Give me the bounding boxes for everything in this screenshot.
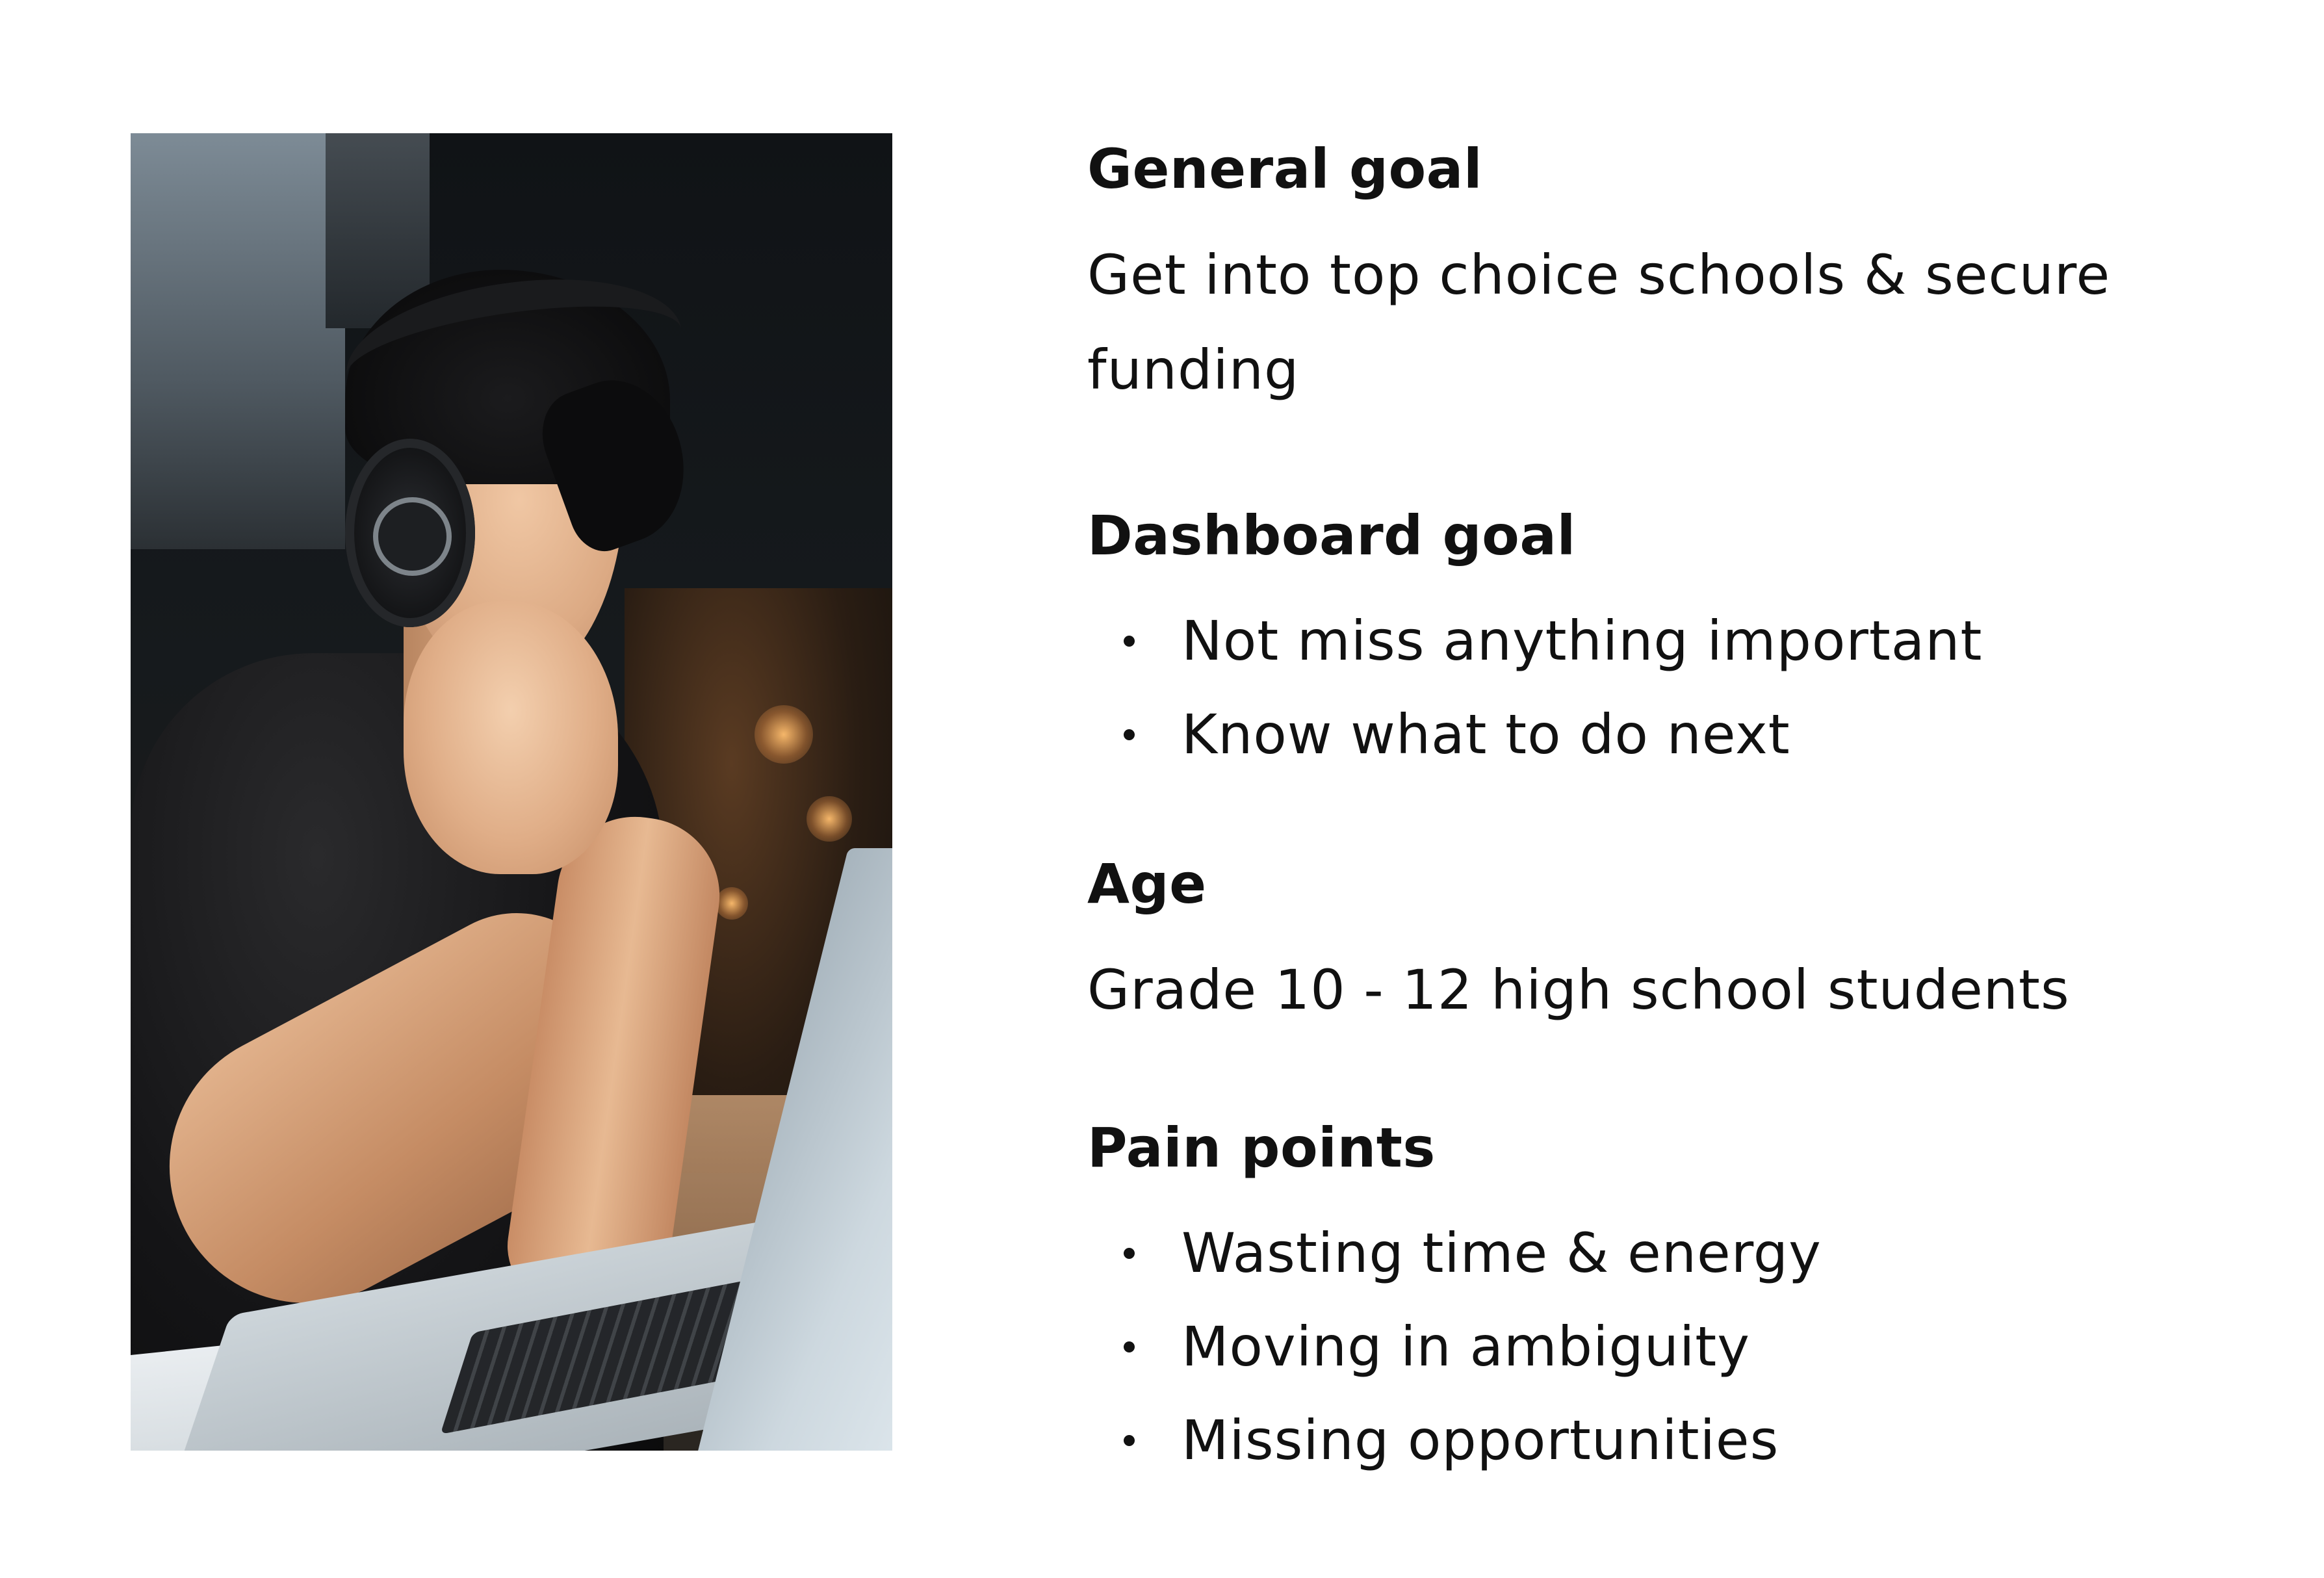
general-goal-text: Get into top choice schools & secure fun…: [1087, 243, 2111, 402]
section-heading: Dashboard goal: [1087, 504, 1576, 567]
persona-card: General goal Get into top choice schools…: [0, 0, 2324, 1578]
persona-photo: [131, 133, 892, 1451]
section-heading: General goal: [1087, 137, 1483, 201]
list-item: Wasting time & energy: [1087, 1206, 2244, 1300]
list-item: Moving in ambiguity: [1087, 1300, 2244, 1393]
bokeh-light: [755, 705, 813, 764]
list-item: Missing opportunities: [1087, 1393, 2244, 1487]
bokeh-light: [716, 887, 748, 920]
age-text: Grade 10 - 12 high school students: [1087, 958, 2070, 1022]
list-item: Know what to do next: [1087, 688, 2244, 781]
pain-points-list: Wasting time & energy Moving in ambiguit…: [1087, 1206, 2244, 1487]
section-age: Age Grade 10 - 12 high school students: [1087, 845, 2244, 1037]
dashboard-goal-list: Not miss anything important Know what to…: [1087, 594, 2244, 781]
list-item: Not miss anything important: [1087, 594, 2244, 688]
section-dashboard-goal: Dashboard goal Not miss anything importa…: [1087, 497, 2244, 781]
clasped-hands: [404, 601, 618, 874]
headphones-logo-icon: [373, 497, 452, 576]
bokeh-light: [807, 796, 852, 842]
section-general-goal: General goal Get into top choice schools…: [1087, 130, 2244, 417]
section-pain-points: Pain points Wasting time & energy Moving…: [1087, 1109, 2244, 1487]
persona-details: General goal Get into top choice schools…: [1087, 130, 2244, 1487]
background-window: [131, 133, 345, 549]
section-heading: Age: [1087, 852, 1207, 916]
section-heading: Pain points: [1087, 1116, 1436, 1180]
